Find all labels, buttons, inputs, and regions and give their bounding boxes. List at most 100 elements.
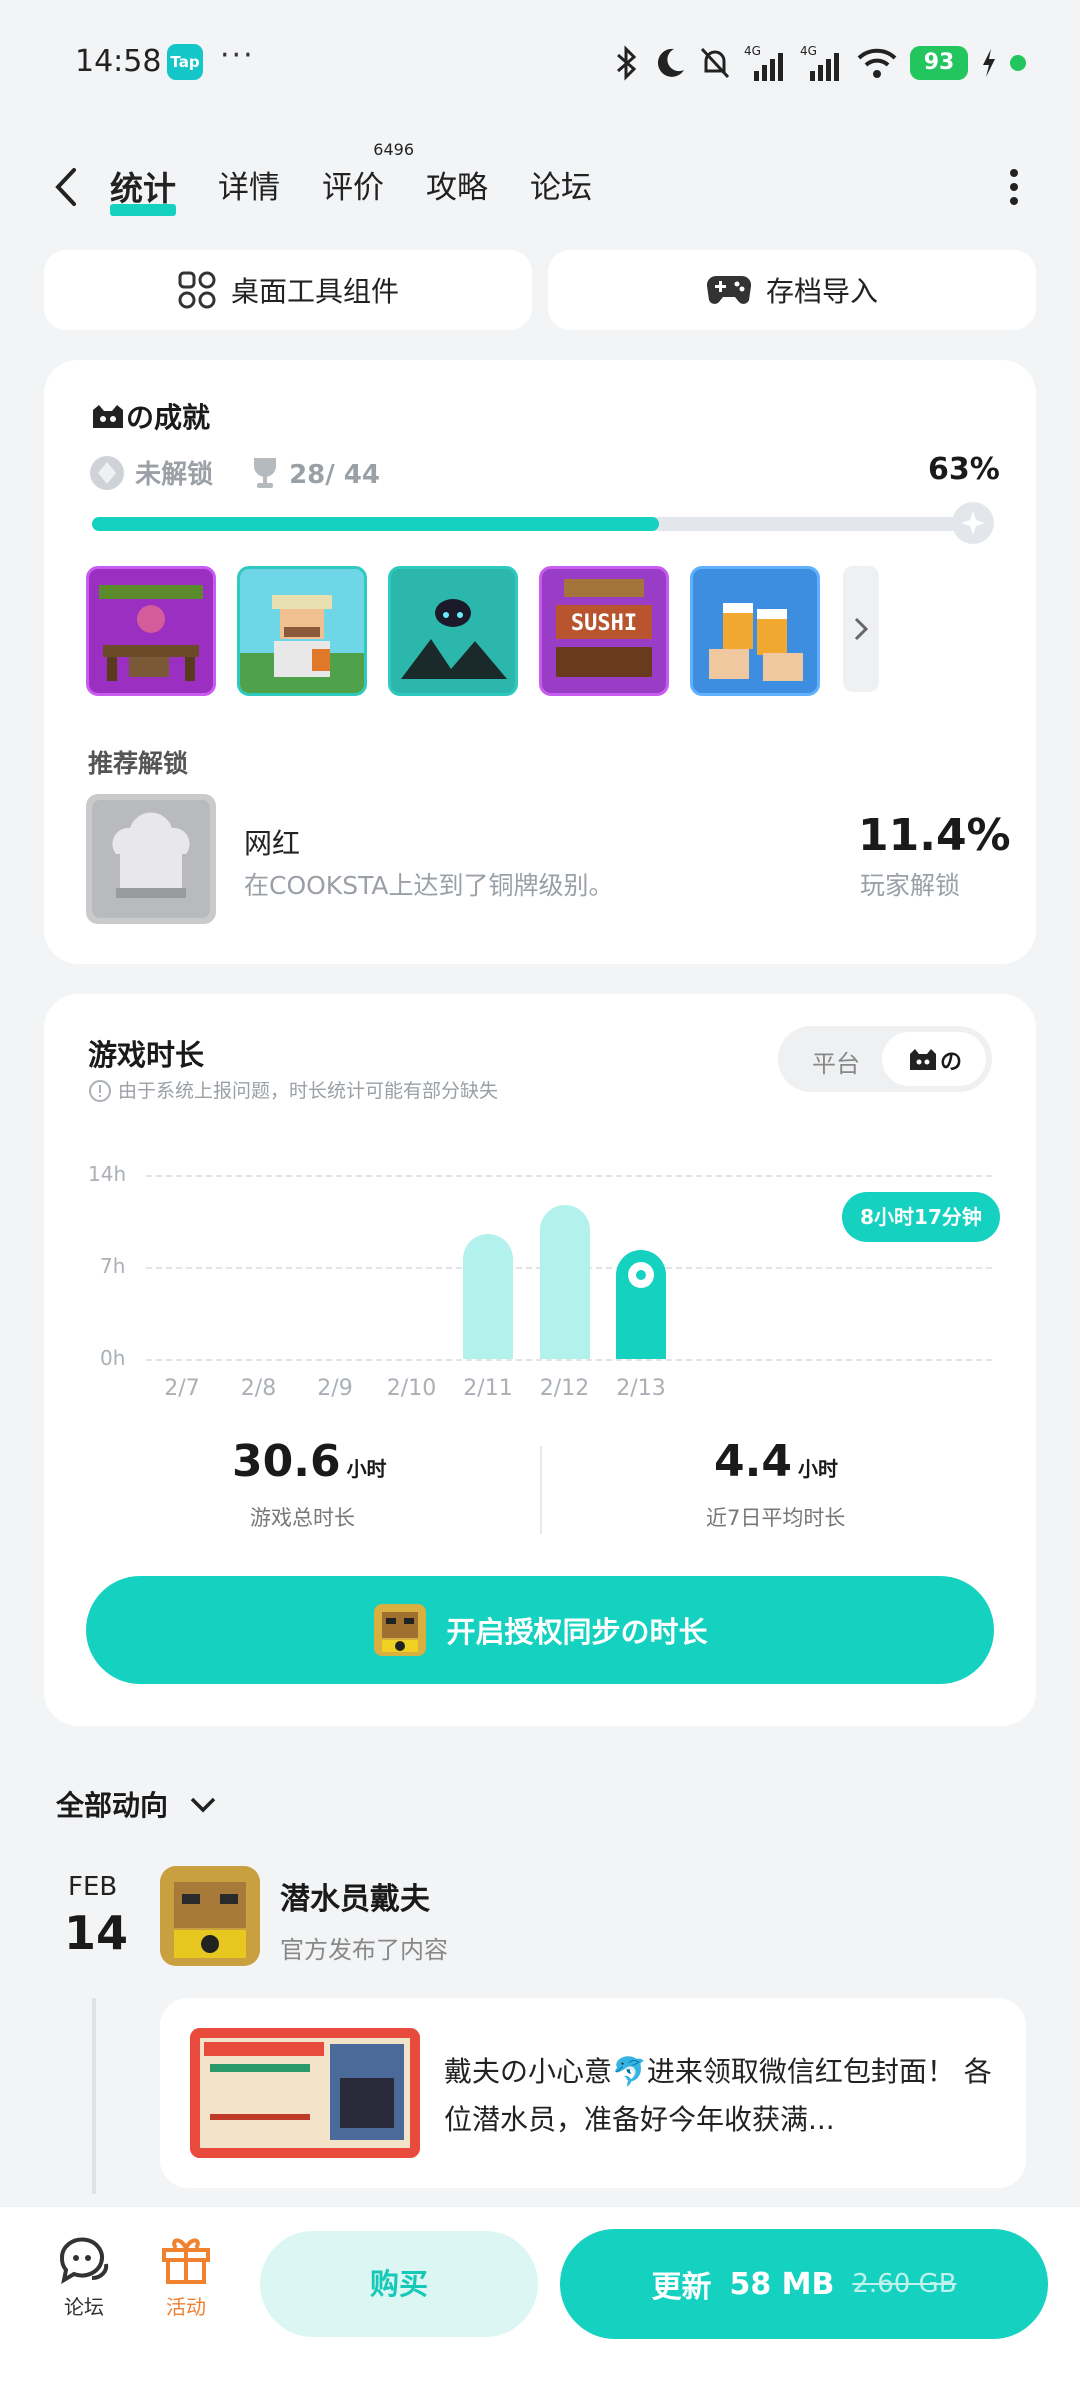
achievement-thumb[interactable] <box>388 566 518 696</box>
notification-more-icon: ··· <box>220 38 255 73</box>
selected-bar-marker <box>628 1262 654 1289</box>
chevron-down-icon <box>190 1797 216 1813</box>
update-button[interactable]: 更新 58 MB 2.60 GB <box>560 2229 1048 2339</box>
sync-button-label: 开启授权同步の时长 <box>446 1615 708 1649</box>
tab-reviews[interactable]: 评价 6496 <box>322 140 414 210</box>
save-import-button[interactable]: 存档导入 <box>548 250 1036 330</box>
status-time: 14:58 <box>75 44 162 79</box>
x-tick-label: 2/8 <box>240 1376 277 1401</box>
recommended-unlock-label: 玩家解锁 <box>860 871 961 900</box>
achievement-thumb[interactable] <box>86 566 216 696</box>
avg-playtime: 4.4 小时 <box>714 1436 838 1487</box>
moon-icon <box>657 48 684 77</box>
achievement-thumb[interactable]: SUSHI <box>539 566 669 696</box>
progress-fill <box>92 517 659 531</box>
achievement-thumb[interactable] <box>237 566 367 696</box>
more-achievements-button[interactable] <box>843 566 879 692</box>
recommended-achievement-name: 网红 <box>244 827 301 860</box>
forum-tab-label: 论坛 <box>64 2295 104 2319</box>
toggle-platform[interactable]: 平台 <box>812 1044 860 1079</box>
trophy-count: 28/ 44 <box>250 454 380 490</box>
widgets-icon <box>178 271 216 309</box>
gamepad-icon <box>706 275 752 304</box>
y-tick-7h: 7h <box>100 1254 126 1278</box>
achievement-thumb[interactable] <box>690 566 820 696</box>
battery-indicator: 93 <box>910 46 968 80</box>
total-playtime-label: 游戏总时长 <box>250 1506 355 1530</box>
timeline-line <box>92 1998 96 2194</box>
recommended-achievement-desc: 在COOKSTA上达到了铜牌级别。 <box>244 871 614 900</box>
achievement-percent: 63% <box>928 452 1000 487</box>
activity-tab-label: 活动 <box>166 2295 206 2319</box>
x-tick-label: 2/9 <box>317 1376 353 1401</box>
activity-tab[interactable]: 活动 <box>146 2234 226 2320</box>
total-playtime: 30.6 小时 <box>232 1436 387 1487</box>
locked-label: 未解锁 <box>135 460 214 490</box>
progress-end-badge <box>952 502 994 544</box>
y-tick-14h: 14h <box>88 1162 127 1186</box>
chat-bubble-icon <box>59 2237 109 2285</box>
forum-tab[interactable]: 论坛 <box>44 2234 124 2320</box>
x-tick-label: 2/12 <box>539 1376 590 1401</box>
tab-stats[interactable]: 统计 <box>110 162 176 216</box>
sync-playtime-button[interactable]: 开启授权同步の时长 <box>86 1576 994 1684</box>
tap-app-icon: Tap <box>167 44 203 80</box>
playtime-title: 游戏时长 <box>88 1038 205 1072</box>
x-tick-label: 2/7 <box>164 1376 200 1401</box>
bar-2/12[interactable] <box>539 1205 590 1359</box>
feed-day: 14 <box>64 1906 129 1960</box>
post-meta: 官方发布了内容 <box>280 1936 448 1964</box>
buy-button[interactable]: 购买 <box>260 2231 538 2337</box>
post-image <box>190 2028 420 2158</box>
gridline <box>146 1175 992 1177</box>
svg-text:SUSHI: SUSHI <box>571 611 637 636</box>
tab-bar: 统计 详情 评价 6496 攻略 论坛 <box>110 140 592 216</box>
post-card[interactable]: 戴夫の小心意🐬进来领取微信红包封面！ 各位潜水员，准备好今年收获满... <box>160 1998 1026 2188</box>
tab-forum[interactable]: 论坛 <box>530 162 592 210</box>
gift-icon <box>162 2238 210 2284</box>
x-tick-label: 2/13 <box>616 1376 666 1401</box>
recommended-achievement-icon[interactable] <box>86 794 216 924</box>
charging-icon <box>983 49 995 77</box>
widgets-label: 桌面工具组件 <box>230 275 399 308</box>
review-count-badge: 6496 <box>373 140 414 159</box>
tab-reviews-label: 评价 <box>322 170 384 206</box>
full-size: 2.60 GB <box>852 2269 957 2299</box>
x-tick-label: 2/10 <box>386 1376 437 1401</box>
more-vertical-icon[interactable] <box>1008 168 1020 206</box>
svg-text:4G: 4G <box>800 44 817 58</box>
back-arrow-icon[interactable] <box>48 164 88 210</box>
toggle-game[interactable]: の <box>882 1032 986 1086</box>
y-tick-0h: 0h <box>100 1346 126 1370</box>
top-nav: 统计 详情 评价 6496 攻略 论坛 <box>0 140 1080 220</box>
x-tick-label: 2/11 <box>463 1376 513 1401</box>
privacy-dot <box>1010 55 1026 71</box>
divider <box>540 1446 542 1534</box>
widgets-button[interactable]: 桌面工具组件 <box>44 250 532 330</box>
tab-details[interactable]: 详情 <box>218 162 280 210</box>
bar-tooltip: 8小时17分钟 <box>842 1192 1000 1242</box>
author-name[interactable]: 潜水员戴夫 <box>280 1874 430 1918</box>
author-avatar[interactable] <box>160 1866 260 1966</box>
bar-2/11[interactable] <box>463 1234 513 1359</box>
bell-mute-icon <box>700 47 730 79</box>
game-logo-icon <box>93 405 123 428</box>
star-icon <box>961 511 985 535</box>
feed-filter[interactable]: 全部动向 <box>56 1784 220 1824</box>
tab-guides[interactable]: 攻略 <box>426 162 488 210</box>
trophy-icon <box>254 458 276 488</box>
bluetooth-icon <box>617 45 637 81</box>
import-label: 存档导入 <box>765 275 878 308</box>
achievements-title: の成就 <box>90 396 210 436</box>
update-size: 58 MB <box>729 2266 835 2302</box>
recommend-label: 推荐解锁 <box>88 749 189 778</box>
chevron-right-icon <box>854 617 869 641</box>
signal-4g-icon: 4G <box>744 44 783 81</box>
feed-month: FEB <box>68 1872 118 1902</box>
status-bar: 14:58 Tap ··· 4G 4G 93 <box>0 0 1080 130</box>
locked-filter[interactable]: 未解锁 <box>88 454 213 492</box>
trophy-progress: 28/ 44 <box>289 460 380 490</box>
update-label: 更新 <box>651 2270 712 2305</box>
game-logo-icon <box>910 1049 936 1070</box>
post-text: 戴夫の小心意🐬进来领取微信红包封面！ 各位潜水员，准备好今年收获满... <box>444 2055 992 2136</box>
